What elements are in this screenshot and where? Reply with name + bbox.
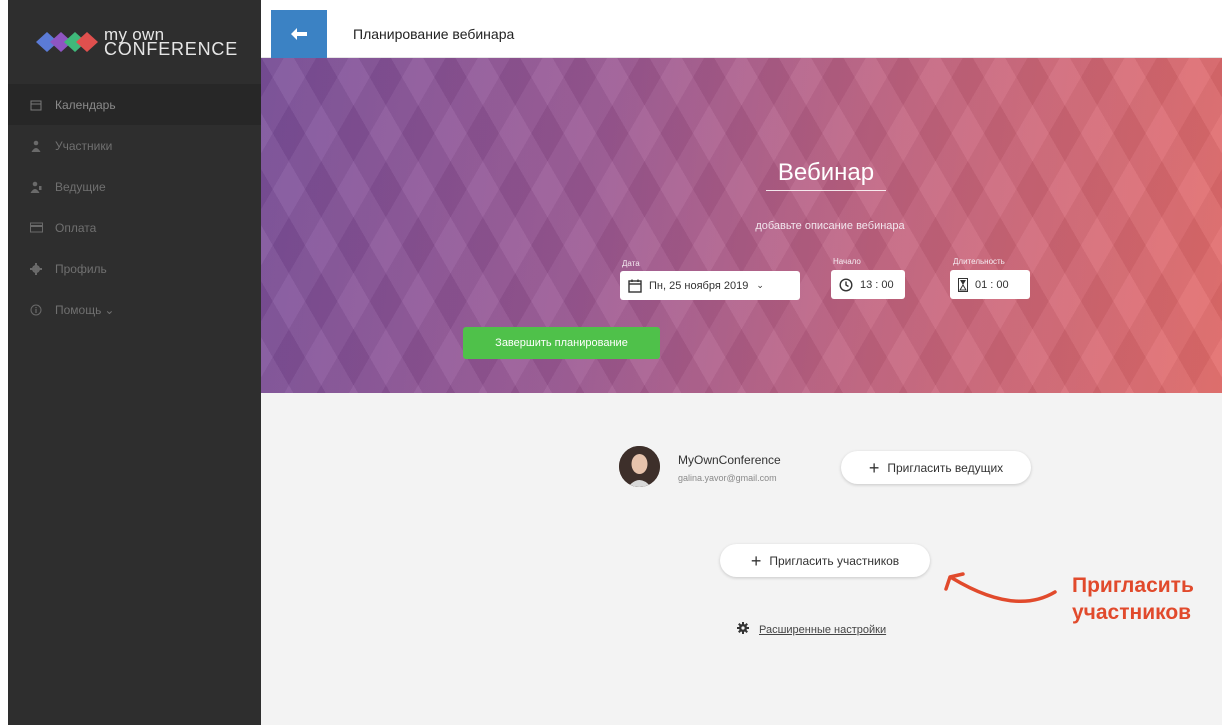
sidebar-item-label: Помощь <box>55 302 102 317</box>
card-icon <box>29 221 43 235</box>
advanced-settings-link[interactable]: Расширенные настройки <box>737 622 886 637</box>
invite-hosts-label: Пригласить ведущих <box>887 460 1004 475</box>
avatar <box>619 446 660 487</box>
gear-icon <box>29 262 43 276</box>
sidebar-item-hosts[interactable]: Ведущие <box>8 166 261 207</box>
webinar-title[interactable]: Вебинар <box>766 159 886 191</box>
chevron-down-icon: ⌄ <box>104 302 115 317</box>
advanced-settings-label: Расширенные настройки <box>759 623 887 636</box>
annotation-arrow-icon <box>944 572 1057 604</box>
annotation-text: Пригласить участников <box>1072 572 1194 626</box>
back-button[interactable] <box>271 10 327 58</box>
sidebar-item-profile[interactable]: Профиль <box>8 248 261 289</box>
annotation-line1: Пригласить <box>1072 574 1194 597</box>
sidebar-item-label: Оплата <box>55 220 97 235</box>
page-title: Планирование вебинара <box>353 26 515 42</box>
start-time-field[interactable]: 13 : 00 <box>831 270 905 299</box>
sidebar-item-payment[interactable]: Оплата <box>8 207 261 248</box>
top-bar: Планирование вебинара <box>261 0 1222 58</box>
clock-icon <box>839 277 853 292</box>
finish-planning-button[interactable]: Завершить планирование <box>463 327 660 359</box>
date-label: Дата <box>622 259 640 268</box>
sidebar-item-participants[interactable]: Участники <box>8 125 261 166</box>
gear-icon <box>737 622 749 637</box>
annotation-line2: участников <box>1072 601 1192 624</box>
start-time-value: 13 : 00 <box>860 278 894 291</box>
plus-icon: + <box>868 457 880 478</box>
sidebar-item-help[interactable]: Помощь ⌄ <box>8 289 261 330</box>
invite-participants-button[interactable]: + Пригласить участников <box>720 544 930 577</box>
sidebar-nav: Календарь Участники Ведущие Оплата Профи… <box>8 84 261 330</box>
plus-icon: + <box>750 550 762 571</box>
sidebar-item-label: Профиль <box>55 261 107 276</box>
sidebar-item-label: Участники <box>55 138 113 153</box>
webinar-hero: Вебинар добавьте описание вебинара Дата … <box>261 58 1222 393</box>
invite-hosts-button[interactable]: + Пригласить ведущих <box>841 451 1031 484</box>
sidebar-item-calendar[interactable]: Календарь <box>8 84 261 125</box>
participants-icon <box>29 139 43 153</box>
start-label: Начало <box>833 257 861 266</box>
webinar-setup-panel: MyOwnConference galina.yavor@gmail.com +… <box>261 393 1222 725</box>
sidebar: my own CONFERENCE Календарь Участники Ве… <box>8 0 261 725</box>
app-logo[interactable]: my own CONFERENCE <box>8 0 261 84</box>
calendar-icon <box>628 279 642 293</box>
chevron-down-icon: ⌄ <box>756 280 764 290</box>
duration-label: Длительность <box>953 257 1005 266</box>
webinar-description-field[interactable]: добавьте описание вебинара <box>735 220 925 232</box>
logo-text-line2: CONFERENCE <box>104 39 239 59</box>
arrow-left-icon <box>291 28 307 40</box>
host-email: galina.yavor@gmail.com <box>678 473 777 483</box>
sidebar-item-label: Календарь <box>55 97 116 112</box>
date-picker[interactable]: Пн, 25 ноября 2019 ⌄ <box>620 271 800 300</box>
date-value: Пн, 25 ноября 2019 <box>649 279 749 292</box>
duration-field[interactable]: 01 : 00 <box>950 270 1030 299</box>
invite-participants-label: Пригласить участников <box>769 553 900 568</box>
sidebar-item-label: Ведущие <box>55 179 106 194</box>
duration-value: 01 : 00 <box>975 278 1009 291</box>
logo-diamonds-icon <box>36 32 98 52</box>
info-icon <box>29 303 43 317</box>
hourglass-icon <box>958 277 968 292</box>
calendar-icon <box>29 98 43 112</box>
hosts-icon <box>29 180 43 194</box>
host-name: MyOwnConference <box>678 453 781 467</box>
